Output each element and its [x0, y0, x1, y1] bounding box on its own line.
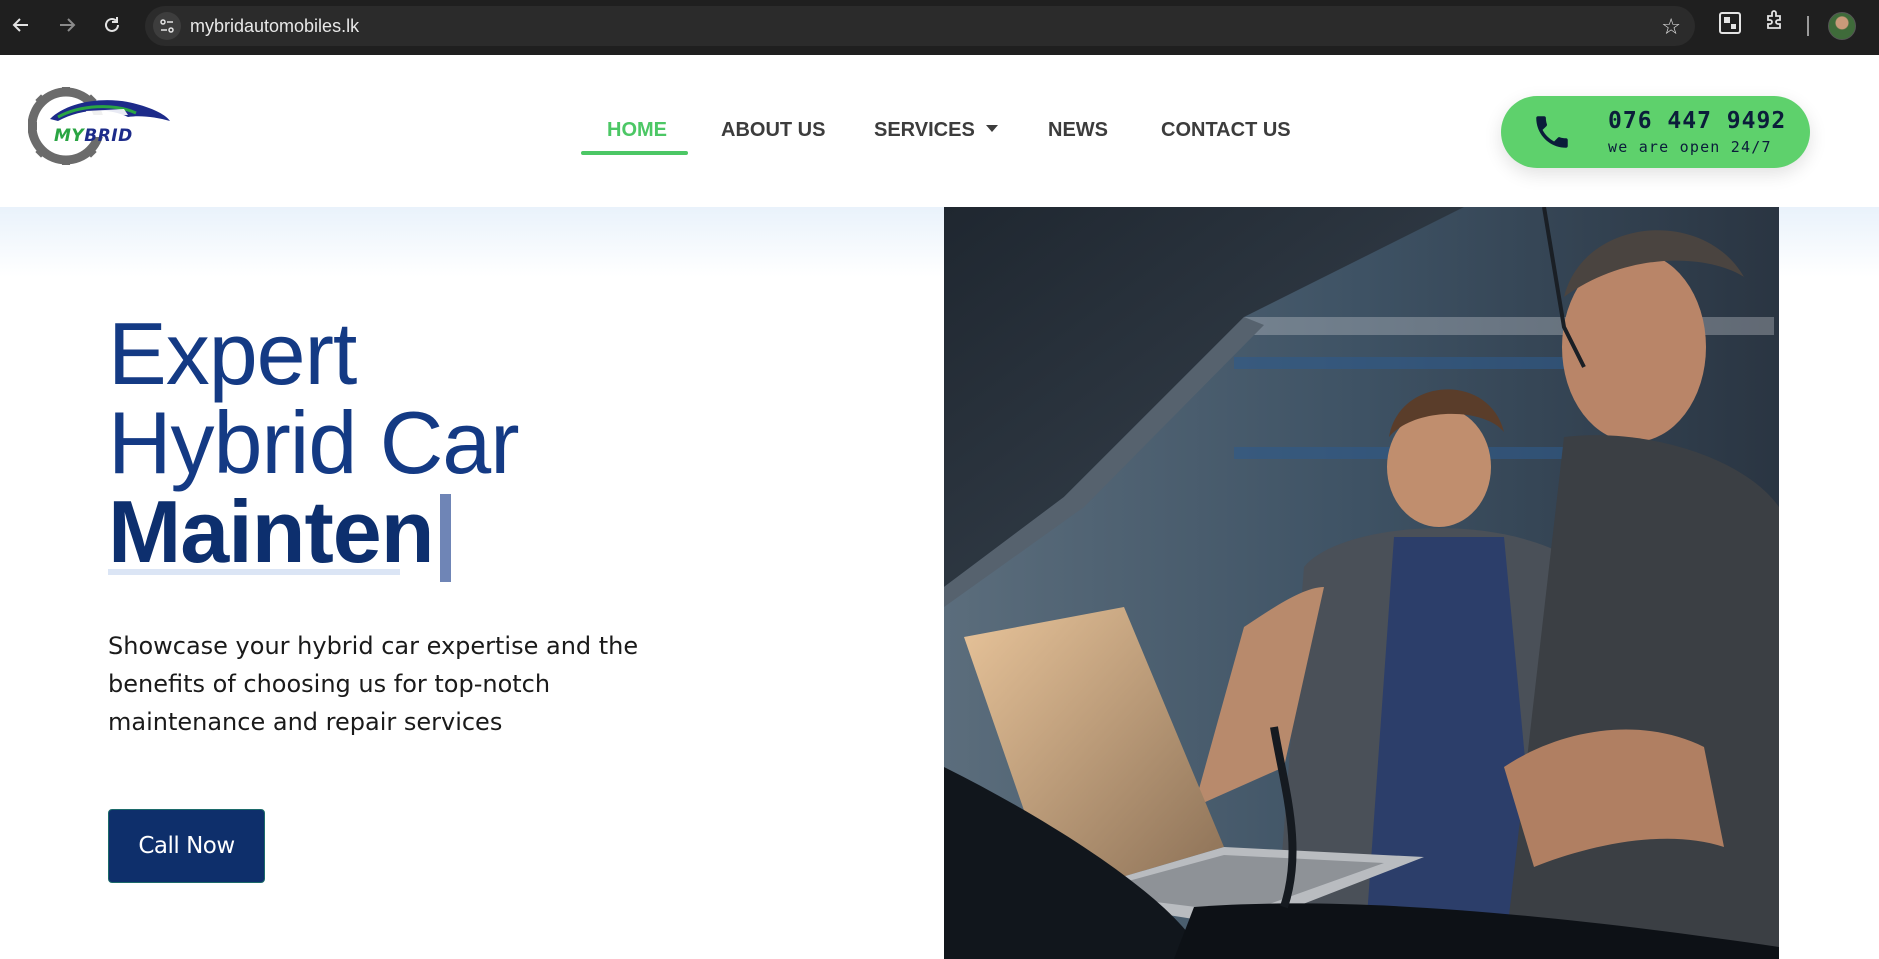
site-header: MYBRID HOME ABOUT US SERVICES NEWS CONTA… — [0, 55, 1879, 207]
back-arrow-icon[interactable] — [6, 10, 36, 40]
mechanics-photo — [944, 207, 1779, 959]
hero-description: Showcase your hybrid car expertise and t… — [108, 632, 639, 736]
qr-code-icon[interactable] — [1719, 12, 1741, 34]
url-text[interactable]: mybridautomobiles.lk — [190, 16, 359, 37]
nav-home[interactable]: HOME — [607, 119, 667, 142]
profile-avatar[interactable] — [1828, 12, 1856, 40]
nav-about-us[interactable]: ABOUT US — [721, 119, 825, 142]
hero-section: Expert Hybrid Car Mainten Showcase your … — [0, 207, 1879, 959]
reload-icon[interactable] — [97, 10, 127, 40]
nav-active-indicator — [581, 151, 688, 155]
browser-toolbar: mybridautomobiles.lk ☆ — [0, 0, 1879, 55]
mybrid-logo[interactable]: MYBRID — [27, 87, 173, 165]
hero-title-typed-word: Mainten — [108, 482, 434, 581]
phone-icon — [1531, 111, 1573, 153]
hero-title-line-1: Expert — [108, 304, 357, 403]
toolbar-divider — [1807, 16, 1809, 36]
phone-number: 076 447 9492 — [1608, 108, 1787, 134]
call-now-button[interactable]: Call Now — [108, 809, 265, 883]
call-phone-button[interactable]: 076 447 9492 we are open 24/7 — [1501, 96, 1810, 168]
typing-cursor — [440, 494, 451, 582]
nav-services-label: SERVICES — [874, 119, 975, 141]
hero-title-line-2: Hybrid Car — [108, 393, 520, 492]
nav-services[interactable]: SERVICES — [874, 119, 998, 142]
extensions-puzzle-icon[interactable] — [1764, 9, 1786, 37]
nav-news[interactable]: NEWS — [1048, 119, 1108, 142]
address-bar[interactable]: mybridautomobiles.lk ☆ — [145, 6, 1695, 46]
bookmark-star-icon[interactable]: ☆ — [1661, 14, 1681, 40]
site-info-icon[interactable] — [153, 12, 181, 40]
opening-hours: we are open 24/7 — [1608, 138, 1772, 156]
nav-contact-us[interactable]: CONTACT US — [1161, 119, 1291, 142]
forward-arrow-icon[interactable] — [52, 10, 82, 40]
logo-wordmark: MYBRID — [54, 126, 133, 146]
dropdown-caret-icon — [985, 125, 998, 133]
